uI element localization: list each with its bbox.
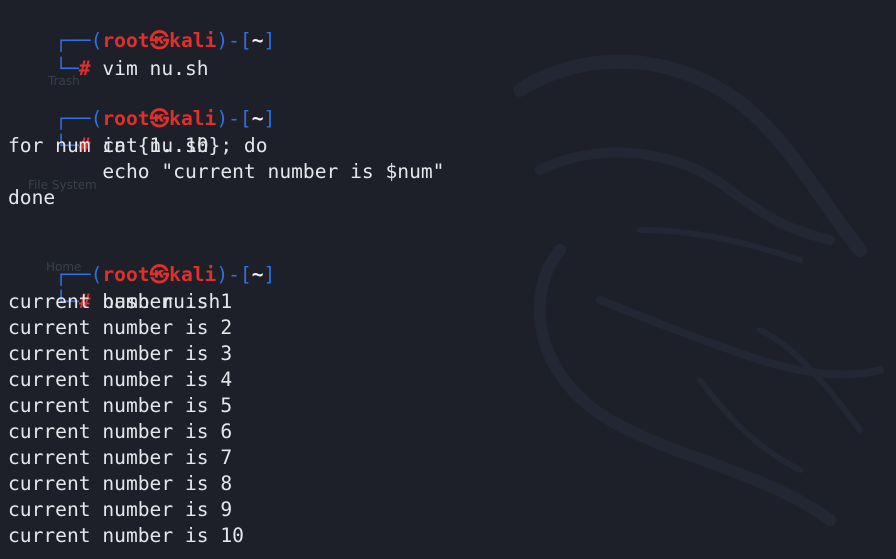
prompt-box-close: ]: [263, 263, 276, 286]
prompt-header: ┌──(root㉿kali)-[~]: [8, 2, 275, 52]
prompt-box-mid: )-[: [216, 263, 252, 286]
command-line[interactable]: └─# vim nu.sh: [8, 30, 208, 80]
prompt-box-mid: )-[: [216, 29, 252, 52]
prompt-dir: ~: [251, 263, 264, 286]
output-line: current number is 8: [8, 472, 233, 495]
command-line[interactable]: └─# cat nu.sh: [8, 107, 208, 157]
output-line: current number is 4: [8, 368, 233, 391]
prompt-box-close: ]: [263, 29, 276, 52]
output-line: done: [8, 186, 56, 209]
prompt-dir: ~: [251, 29, 264, 52]
prompt-box-close: ]: [263, 107, 276, 130]
output-line: current number is 6: [8, 420, 233, 443]
root-hash-symbol: #: [78, 57, 91, 80]
output-line: for num in {1..10}; do: [8, 134, 268, 157]
output-line: current number is 7: [8, 446, 233, 469]
output-line: echo "current number is $num": [8, 160, 445, 183]
output-line: current number is 2: [8, 316, 233, 339]
output-line: current number is 3: [8, 342, 233, 365]
command-line[interactable]: └─# bash nu.sh: [8, 263, 220, 313]
output-line: current number is 1: [8, 290, 233, 313]
output-line: current number is 9: [8, 498, 233, 521]
prompt-header: ┌──(root㉿kali)-[~]: [8, 236, 275, 286]
output-line: current number is 10: [8, 524, 244, 547]
terminal-window[interactable]: ┌──(root㉿kali)-[~] └─# vim nu.sh ┌──(roo…: [0, 0, 896, 559]
prompt-header: ┌──(root㉿kali)-[~]: [8, 80, 275, 130]
output-line: current number is 5: [8, 394, 233, 417]
prompt-box-mid: )-[: [216, 107, 252, 130]
prompt-dir: ~: [251, 107, 264, 130]
prompt-box-corner: └─: [55, 57, 79, 80]
command-text: vim nu.sh: [90, 57, 209, 80]
